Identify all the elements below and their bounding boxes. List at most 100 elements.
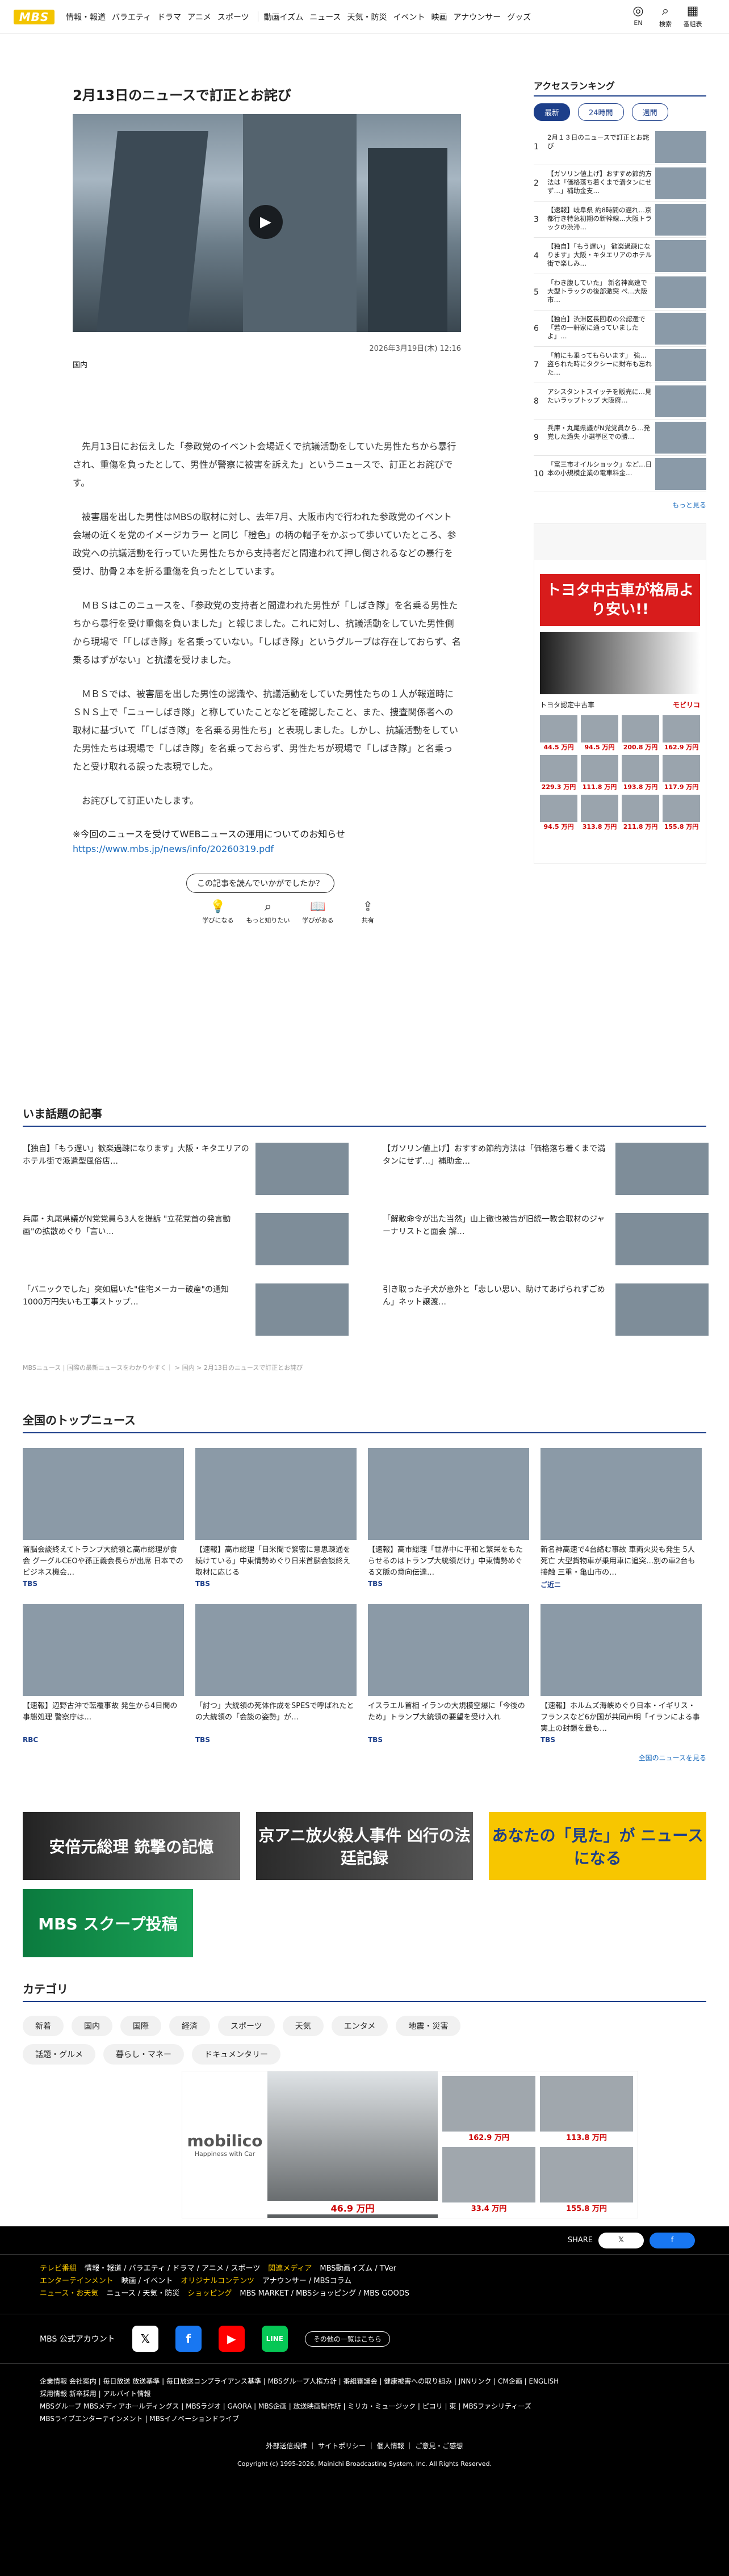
category-chip[interactable]: 話題・グルメ bbox=[23, 2044, 95, 2065]
footer-link[interactable]: アナウンサー / MBSコラム bbox=[262, 2277, 351, 2285]
language-button[interactable]: ◎ EN bbox=[625, 3, 652, 28]
play-icon[interactable]: ▶ bbox=[249, 205, 283, 239]
ranking-more-link[interactable]: もっと見る bbox=[534, 500, 706, 510]
reaction-more[interactable]: ⌕ もっと知りたい bbox=[243, 900, 293, 925]
category-chip[interactable]: スポーツ bbox=[218, 2016, 275, 2036]
youtube-icon[interactable]: ▶ bbox=[218, 2326, 245, 2352]
ranking-item[interactable]: 7 「前にも乗ってもらいます」 強…盗られた時にタクシーに財布も忘れた… bbox=[534, 347, 706, 383]
ad-car-tile[interactable]: 94.5 万円 bbox=[581, 715, 618, 752]
top-news-item[interactable]: 首脳会談終えてトランプ大統領と高市総理が食会 グーグルCEOや孫正義会長らが出席… bbox=[23, 1448, 184, 1589]
ad-car-tile[interactable]: 162.9 万円 bbox=[442, 2076, 535, 2142]
hot-item[interactable]: 「解散命令が出た当然」山上徹也被告が旧統一教会取材のジャーナリストと面会 解… bbox=[383, 1213, 709, 1272]
facebook-icon[interactable]: f bbox=[175, 2326, 202, 2352]
nav-item[interactable]: 映画 bbox=[431, 11, 447, 23]
hot-item[interactable]: 引き取った子犬が意外と「悲しい思い、助けてあげられずごめん」ネット譲渡… bbox=[383, 1283, 709, 1342]
ad-car-tile[interactable]: 193.8 万円 bbox=[622, 755, 659, 791]
ad-car-tile[interactable]: 155.8 万円 bbox=[540, 2147, 633, 2213]
reaction-learn[interactable]: 💡 学びになる bbox=[193, 900, 243, 925]
ranking-item[interactable]: 5 「わき腹していた」 新名神高速で大型トラックの後部激突 ペ…大阪市… bbox=[534, 274, 706, 311]
banner-abe[interactable]: 安倍元総理 銃撃の記憶 bbox=[23, 1812, 240, 1880]
category-chip[interactable]: 経済 bbox=[169, 2016, 210, 2036]
article-video[interactable]: ▶ bbox=[73, 114, 461, 332]
reaction-book[interactable]: 📖 学びがある bbox=[293, 900, 343, 925]
tab-latest[interactable]: 最新 bbox=[534, 103, 571, 121]
category-chip[interactable]: 地震・災害 bbox=[396, 2016, 461, 2036]
nav-item[interactable]: アニメ bbox=[187, 11, 211, 23]
footer-link[interactable]: MBS MARKET / MBSショッピング / MBS GOODS bbox=[240, 2289, 409, 2298]
hot-item[interactable]: 【ガソリン値上げ】おすすめ節約方法は「価格落ち着くまで満タンにせず…」補助金… bbox=[383, 1143, 709, 1202]
category-chip[interactable]: 天気 bbox=[282, 2016, 324, 2036]
nav-item[interactable]: バラエティ bbox=[112, 11, 151, 23]
official-more-button[interactable]: その他の一覧はこちら bbox=[304, 2331, 390, 2347]
x-icon[interactable]: 𝕏 bbox=[132, 2326, 158, 2352]
top-news-item[interactable]: 「討つ」大統領の死体作成をSPESで呼ばれたとの大統領の「会談の姿勢」が… TBS bbox=[195, 1604, 357, 1744]
top-news-item[interactable]: 【速報】高市総理「世界中に平和と繁栄をもたらせるのはトランプ大統領だけ」中東情勢… bbox=[368, 1448, 529, 1589]
nav-item[interactable]: 天気・防災 bbox=[347, 11, 387, 23]
tab-weekly[interactable]: 週間 bbox=[631, 103, 668, 121]
category-chip[interactable]: ドキュメンタリー bbox=[192, 2044, 280, 2065]
hot-item[interactable]: 「バニックでした」突如届いた"住宅メーカー破産"の通知 1000万円失いも工事ス… bbox=[23, 1283, 349, 1342]
corporate-links[interactable]: 企業情報 会社案内 | 毎日放送 放送基準 | 毎日放送コンプライアンス基準 |… bbox=[40, 2375, 689, 2388]
hot-item[interactable]: 兵庫・丸尾県議がN党党員ら3人を提訴 "立花党首の発言動画"の拡散めぐり「言い… bbox=[23, 1213, 349, 1272]
facebook-share-button[interactable]: f bbox=[650, 2232, 695, 2248]
category-chip[interactable]: 新着 bbox=[23, 2016, 64, 2036]
line-icon[interactable]: LINE bbox=[261, 2326, 288, 2352]
ad-car-tile[interactable]: 44.5 万円 bbox=[540, 715, 577, 752]
ad-car-tile[interactable]: 313.8 万円 bbox=[581, 795, 618, 831]
article-category[interactable]: 国内 bbox=[73, 359, 461, 370]
ad-car-tile[interactable]: 162.9 万円 bbox=[663, 715, 700, 752]
footer-link[interactable]: 映画 / イベント bbox=[122, 2277, 173, 2285]
bottom-ad[interactable]: mobilico Happiness with Car 46.9 万円 162.… bbox=[182, 2071, 638, 2218]
ranking-item[interactable]: 4 【独自】「もう遅い」 歓楽過疎になります」大阪・キタエリアのホテル街で楽しみ… bbox=[534, 238, 706, 274]
top-news-item[interactable]: 新名神高速で4台絡む事故 車両火災も発生 5人死亡 大型貨物車が乗用車に追突…別… bbox=[541, 1448, 702, 1589]
top-news-more-link[interactable]: 全国のニュースを見る bbox=[23, 1753, 706, 1763]
schedule-button[interactable]: ▦ 番組表 bbox=[679, 3, 706, 28]
nav-item[interactable]: 情報・報道 bbox=[66, 11, 106, 23]
tab-24h[interactable]: 24時間 bbox=[578, 103, 624, 121]
search-button[interactable]: ⌕ 検索 bbox=[652, 3, 679, 28]
sidebar-ad[interactable]: トヨタ中古車が格局より安い!! トヨタ認定中古車 モビリコ 44.5 万円 94.… bbox=[534, 523, 706, 864]
ad-car-tile[interactable]: 111.8 万円 bbox=[581, 755, 618, 791]
scoop-banner[interactable]: MBS スクープ投稿 bbox=[23, 1889, 193, 1957]
nav-item[interactable]: グッズ bbox=[507, 11, 531, 23]
notice-link[interactable]: https://www.mbs.jp/news/info/20260319.pd… bbox=[73, 844, 274, 854]
nav-item[interactable]: ドラマ bbox=[157, 11, 181, 23]
nav-item[interactable]: スポーツ bbox=[217, 11, 249, 23]
ad-car-tile[interactable]: 94.5 万円 bbox=[540, 795, 577, 831]
ranking-item[interactable]: 2 【ガソリン値上げ】おすすめ節約方法は「価格落ち着くまで満タンにせず…」補助金支… bbox=[534, 165, 706, 202]
policy-links[interactable]: 外部送信規律 ｜ サイトポリシー ｜ 個人情報 ｜ ご意見・ご感想 bbox=[0, 2441, 729, 2451]
banner-report[interactable]: あなたの「見た」が ニュースになる bbox=[489, 1812, 707, 1880]
ad-car-tile[interactable]: 229.3 万円 bbox=[540, 755, 577, 791]
footer-link[interactable]: MBS動画イズム / TVer bbox=[320, 2264, 396, 2273]
ad-car-tile[interactable]: 200.8 万円 bbox=[622, 715, 659, 752]
group-links-2[interactable]: MBSライブエンターテインメント | MBSイノベーションドライブ bbox=[40, 2413, 689, 2425]
ranking-item[interactable]: 6 【独自】渋滞区長回収の公認選で「若の一軒家に通っていましたよ」… bbox=[534, 311, 706, 347]
share-button[interactable]: ⇪ 共有 bbox=[343, 900, 393, 925]
mbs-logo[interactable]: MBS bbox=[14, 9, 55, 24]
nav-item[interactable]: ニュース bbox=[309, 11, 341, 23]
top-news-item[interactable]: 【速報】高市総理「日米間で緊密に意思疎通を続けている」中東情勢めぐり日米首脳会談… bbox=[195, 1448, 357, 1589]
banner-kyoani[interactable]: 京アニ放火殺人事件 凶行の法廷記録 bbox=[255, 1812, 474, 1880]
top-news-item[interactable]: 【速報】辺野古沖で転覆事故 発生から4日間の事態処理 警察庁は… RBC bbox=[23, 1604, 184, 1744]
ranking-item[interactable]: 10 「富三市オイルショック」など…日本の小規模企業の電車料金… bbox=[534, 456, 706, 492]
recruit-links[interactable]: 採用情報 新卒採用 | アルバイト情報 bbox=[40, 2388, 689, 2400]
top-news-item[interactable]: イスラエル首相 イランの大規模空爆に「今後のため」トランプ大統領の要望を受け入れ… bbox=[368, 1604, 529, 1744]
nav-item[interactable]: アナウンサー bbox=[454, 11, 501, 23]
footer-link[interactable]: ニュース / 天気・防災 bbox=[106, 2289, 179, 2298]
ranking-item[interactable]: 1 2月１３日のニュースで訂正とお詫び bbox=[534, 129, 706, 165]
ad-car-tile[interactable]: 33.4 万円 bbox=[442, 2147, 535, 2213]
ranking-item[interactable]: 3 【速報】岐阜県 約8時間の遅れ…京都行き特急初期の新幹線…大阪トラックの渋滞… bbox=[534, 202, 706, 238]
nav-item[interactable]: イベント bbox=[393, 11, 425, 23]
ad-car-tile[interactable]: 211.8 万円 bbox=[622, 795, 659, 831]
ad-car-tile[interactable]: 117.9 万円 bbox=[663, 755, 700, 791]
category-chip[interactable]: エンタメ bbox=[331, 2016, 388, 2036]
ranking-item[interactable]: 9 兵庫・丸尾県議がN党党員から…発覚した過失 小選挙区での勝… bbox=[534, 419, 706, 456]
category-chip[interactable]: 暮らし・マネー bbox=[103, 2044, 184, 2065]
group-links[interactable]: MBSグループ MBSメディアホールディングス | MBSラジオ | GAORA… bbox=[40, 2400, 689, 2413]
ad-car-tile[interactable]: 113.8 万円 bbox=[540, 2076, 633, 2142]
footer-link[interactable]: 情報・報道 / バラエティ / ドラマ / アニメ / スポーツ bbox=[85, 2264, 260, 2273]
ad-car-tile[interactable]: 155.8 万円 bbox=[663, 795, 700, 831]
category-chip[interactable]: 国内 bbox=[72, 2016, 112, 2036]
ranking-item[interactable]: 8 アシスタントスイッチを販売に…見たいラップトップ 大阪府… bbox=[534, 383, 706, 419]
top-news-item[interactable]: 【速報】ホルムズ海峡めぐり日本・イギリス・フランスなど6か国が共同声明「イランに… bbox=[541, 1604, 702, 1744]
